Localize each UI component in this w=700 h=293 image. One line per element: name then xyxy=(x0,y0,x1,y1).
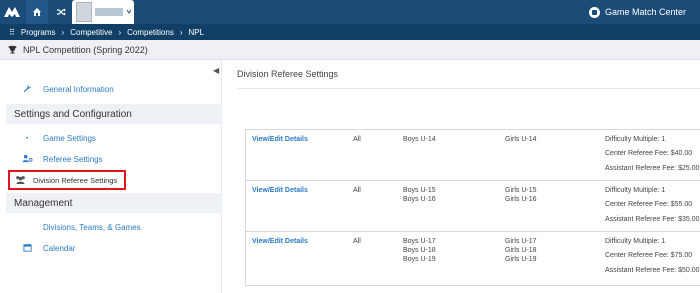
organization-logo xyxy=(76,2,92,22)
table-row: View/Edit Details All Boys U-14 Girls U-… xyxy=(246,130,700,181)
boys-divisions-cell: Boys U-17 Boys U-18 Boys U-19 xyxy=(403,238,436,263)
sidebar-item-divisions-teams-games[interactable]: Divisions, Teams, & Games xyxy=(0,223,141,232)
app-logo[interactable] xyxy=(0,0,24,24)
boys-divisions-cell: Boys U-14 xyxy=(403,136,436,143)
scope-cell: All xyxy=(353,187,361,194)
boys-divisions-cell: Boys U-15 Boys U-16 xyxy=(403,187,436,203)
view-edit-details-link[interactable]: View/Edit Details xyxy=(252,237,308,246)
organization-switcher[interactable] xyxy=(72,0,134,24)
page-title-bar: NPL Competition (Spring 2022) xyxy=(0,40,700,60)
breadcrumb-npl[interactable]: NPL xyxy=(189,28,205,37)
logo-mark-icon xyxy=(4,7,20,17)
game-match-center-label: Game Match Center xyxy=(604,7,686,17)
shuffle-button[interactable] xyxy=(50,0,72,24)
apps-grid-icon[interactable]: ⠿ xyxy=(9,28,15,37)
top-navbar: Game Match Center xyxy=(0,0,700,24)
user-gear-icon xyxy=(17,154,37,165)
breadcrumb-separator: › xyxy=(118,27,122,37)
sidebar-item-label: Referee Settings xyxy=(43,155,103,164)
sidebar-item-label: Calendar xyxy=(43,244,76,253)
difficulty-multiple-cell: Difficulty Multiple: 1 xyxy=(605,187,666,194)
assistant-referee-fee-cell: Assistant Referee Fee: $50.00 xyxy=(605,267,700,274)
scope-cell: All xyxy=(353,238,361,245)
sidebar-item-label: Game Settings xyxy=(43,134,96,143)
shuffle-icon xyxy=(57,8,66,16)
page-title: NPL Competition (Spring 2022) xyxy=(23,44,148,55)
sidebar-item-game-settings[interactable]: • Game Settings xyxy=(0,134,96,143)
section-title: Management xyxy=(14,197,73,209)
scope-cell: All xyxy=(353,136,361,143)
girls-divisions-cell: Girls U-15 Girls U-16 xyxy=(505,187,537,203)
breadcrumb: ⠿ Programs › Competitive › Competitions … xyxy=(0,24,700,40)
main-content: Division Referee Settings View/Edit Deta… xyxy=(222,60,700,293)
girls-divisions-cell: Girls U-17 Girls U-18 Girls U-19 xyxy=(505,238,537,263)
division-referee-table: View/Edit Details All Boys U-14 Girls U-… xyxy=(245,129,700,286)
sidebar-item-label: Division Referee Settings xyxy=(33,175,118,185)
breadcrumb-competitive[interactable]: Competitive xyxy=(70,28,112,37)
organization-name-redacted xyxy=(95,8,123,16)
section-title: Settings and Configuration xyxy=(14,108,132,120)
sidebar-item-label: Divisions, Teams, & Games xyxy=(43,223,141,232)
game-match-center-link[interactable]: Game Match Center xyxy=(588,0,686,24)
girls-divisions-cell: Girls U-14 xyxy=(505,136,537,143)
center-referee-fee-cell: Center Referee Fee: $55.00 xyxy=(605,201,693,208)
view-edit-details-link[interactable]: View/Edit Details xyxy=(252,186,308,195)
sidebar-item-referee-settings[interactable]: Referee Settings xyxy=(0,154,103,165)
breadcrumb-competitions[interactable]: Competitions xyxy=(127,28,174,37)
difficulty-multiple-cell: Difficulty Multiple: 1 xyxy=(605,238,666,245)
sidebar-item-division-referee-settings[interactable]: Division Referee Settings xyxy=(8,170,126,190)
calendar-icon xyxy=(17,243,37,254)
soccer-ball-icon xyxy=(588,6,600,18)
settings-section-header: Settings and Configuration xyxy=(6,104,222,124)
divider xyxy=(237,88,700,89)
wrench-icon xyxy=(17,84,37,95)
difficulty-multiple-cell: Difficulty Multiple: 1 xyxy=(605,136,666,143)
home-icon xyxy=(33,8,41,16)
dot-icon: • xyxy=(25,135,29,142)
center-referee-fee-cell: Center Referee Fee: $40.00 xyxy=(605,150,693,157)
home-button[interactable] xyxy=(26,0,48,24)
sidebar-item-label: General Information xyxy=(43,85,114,94)
assistant-referee-fee-cell: Assistant Referee Fee: $35.00 xyxy=(605,216,700,223)
view-edit-details-link[interactable]: View/Edit Details xyxy=(252,135,308,144)
sidebar-item-general-information[interactable]: General Information xyxy=(0,84,114,95)
breadcrumb-separator: › xyxy=(61,27,65,37)
center-referee-fee-cell: Center Referee Fee: $75.00 xyxy=(605,252,693,259)
breadcrumb-programs[interactable]: Programs xyxy=(21,28,56,37)
collapse-sidebar-icon[interactable]: ◀ xyxy=(213,66,219,75)
assistant-referee-fee-cell: Assistant Referee Fee: $25.00 xyxy=(605,165,700,172)
chevron-down-icon xyxy=(126,9,132,14)
sidebar: ◀ General Information Settings and Confi… xyxy=(0,60,222,293)
trophy-icon xyxy=(8,45,17,54)
sidebar-item-calendar[interactable]: Calendar xyxy=(0,243,75,254)
table-row: View/Edit Details All Boys U-17 Boys U-1… xyxy=(246,232,700,287)
breadcrumb-separator: › xyxy=(179,27,183,37)
users-icon xyxy=(14,175,27,186)
main-title: Division Referee Settings xyxy=(237,69,339,79)
table-row: View/Edit Details All Boys U-15 Boys U-1… xyxy=(246,181,700,232)
management-section-header: Management xyxy=(6,193,222,213)
